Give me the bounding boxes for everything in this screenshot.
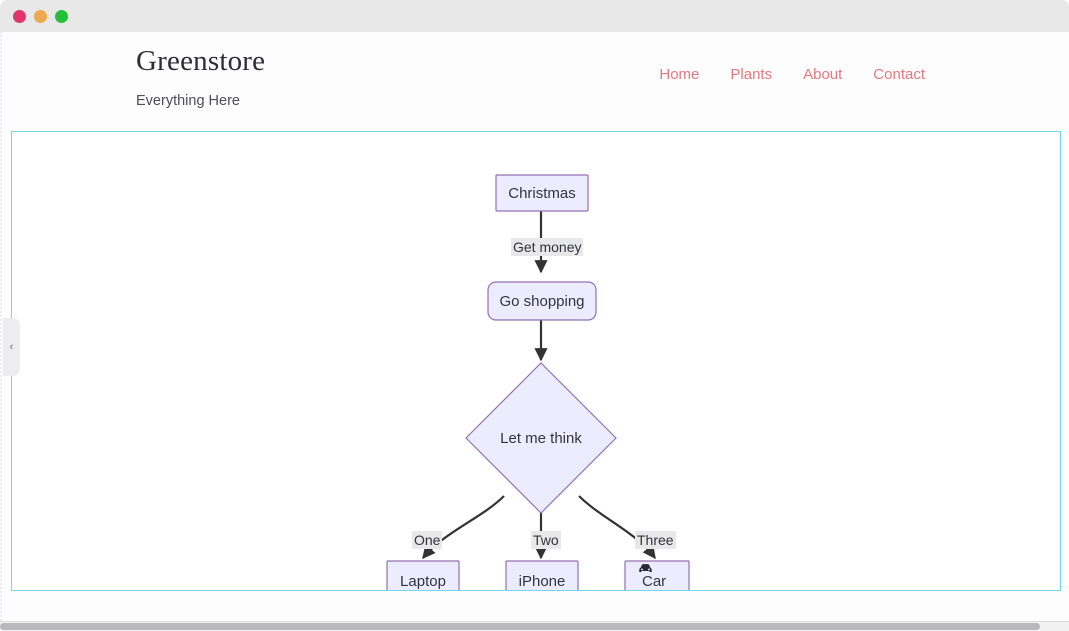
site-header: Greenstore Everything Here Home Plants A… — [2, 32, 1069, 123]
node-laptop-shape[interactable] — [386, 560, 460, 590]
brand-subtitle: Everything Here — [136, 93, 240, 109]
diagram-container: ‹ Christmas Go shopping Let me think Lap… — [3, 131, 1062, 591]
node-label-car-text: Car — [642, 572, 667, 590]
window-close-button[interactable] — [13, 10, 26, 23]
horizontal-scrollbar[interactable] — [0, 621, 1069, 631]
edge-label-one: One — [412, 531, 443, 549]
main-nav: Home Plants About Contact — [659, 66, 925, 83]
nav-item-about[interactable]: About — [803, 66, 842, 83]
node-iphone-shape[interactable] — [505, 560, 579, 590]
node-let-me-think-shape[interactable] — [465, 362, 617, 514]
window-maximize-button[interactable] — [55, 10, 68, 23]
node-christmas-shape[interactable] — [495, 174, 589, 212]
node-go-shopping-shape[interactable] — [487, 281, 597, 321]
title-bar — [0, 0, 1069, 32]
window-minimize-button[interactable] — [34, 10, 47, 23]
flowchart-edges — [386, 174, 690, 590]
car-icon-svg — [639, 564, 652, 573]
page-body: Greenstore Everything Here Home Plants A… — [0, 32, 1069, 624]
edge-label-two: Two — [531, 531, 561, 549]
browser-window: Greenstore Everything Here Home Plants A… — [0, 0, 1069, 631]
edge-label-get-money: Get money — [511, 238, 584, 256]
nav-item-home[interactable]: Home — [659, 66, 699, 83]
brand-title: Greenstore — [136, 45, 266, 77]
edge-label-three: Three — [635, 531, 676, 549]
brand: Greenstore Everything Here — [136, 44, 265, 111]
nav-item-contact[interactable]: Contact — [873, 66, 925, 83]
nav-item-plants[interactable]: Plants — [730, 66, 772, 83]
node-label-car: Car — [626, 562, 688, 600]
horizontal-scrollbar-thumb[interactable] — [0, 623, 1040, 630]
flowchart: Christmas Go shopping Let me think Lapto… — [12, 132, 1062, 590]
